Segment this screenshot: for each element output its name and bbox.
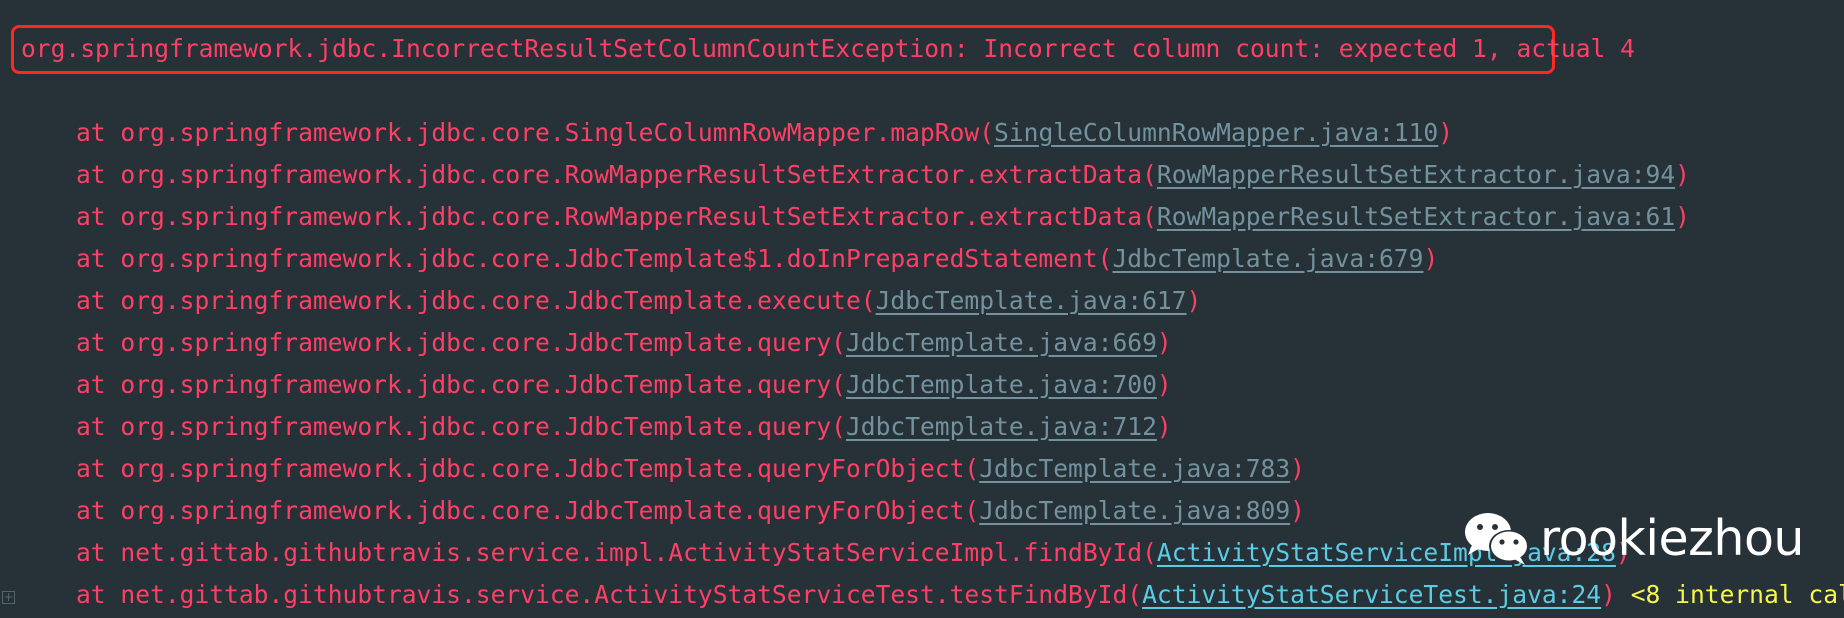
exception-message: org.springframework.jdbc.IncorrectResult… [21,34,1635,63]
stack-frame: at org.springframework.jdbc.core.JdbcTem… [76,328,1172,357]
watermark: rookiezhou [1462,505,1804,573]
source-link[interactable]: JdbcTemplate.java:809 [979,496,1290,525]
expand-icon[interactable]: + [2,591,15,604]
stack-frame: at org.springframework.jdbc.core.JdbcTem… [76,454,1305,483]
source-link[interactable]: RowMapperResultSetExtractor.java:94 [1157,160,1675,189]
frame-method: org.springframework.jdbc.core.JdbcTempla… [120,412,832,441]
stack-frame: at org.springframework.jdbc.core.RowMapp… [76,160,1690,189]
source-link[interactable]: JdbcTemplate.java:700 [846,370,1157,399]
source-link[interactable]: JdbcTemplate.java:712 [846,412,1157,441]
stack-frame: at net.gittab.githubtravis.service.Activ… [76,574,1844,616]
stack-frame: at org.springframework.jdbc.core.JdbcTem… [76,244,1439,273]
frame-method: org.springframework.jdbc.core.JdbcTempla… [120,370,832,399]
source-link[interactable]: RowMapperResultSetExtractor.java:61 [1157,202,1675,231]
internal-calls-toggle[interactable]: <8 internal calls> [1616,580,1844,609]
stack-frame: at org.springframework.jdbc.core.RowMapp… [76,202,1690,231]
frame-method: net.gittab.githubtravis.service.impl.Act… [120,538,1143,567]
source-link[interactable]: JdbcTemplate.java:669 [846,328,1157,357]
frame-method: org.springframework.jdbc.core.JdbcTempla… [120,286,861,315]
source-link[interactable]: SingleColumnRowMapper.java:110 [994,118,1438,147]
source-link[interactable]: JdbcTemplate.java:679 [1112,244,1423,273]
frame-method: org.springframework.jdbc.core.JdbcTempla… [120,454,965,483]
stack-frame: at org.springframework.jdbc.core.JdbcTem… [76,412,1172,441]
wechat-icon [1465,513,1529,565]
frame-method: org.springframework.jdbc.core.JdbcTempla… [120,328,832,357]
source-link[interactable]: ActivityStatServiceTest.java:24 [1142,580,1601,609]
frame-method: org.springframework.jdbc.core.JdbcTempla… [120,496,965,525]
frame-method: org.springframework.jdbc.core.RowMapperR… [120,160,1143,189]
frame-method: org.springframework.jdbc.core.RowMapperR… [120,202,1143,231]
source-link[interactable]: JdbcTemplate.java:783 [979,454,1290,483]
stack-frame: at org.springframework.jdbc.core.JdbcTem… [76,370,1172,399]
watermark-text: rookiezhou [1540,510,1804,567]
source-link[interactable]: JdbcTemplate.java:617 [876,286,1187,315]
console-output: org.springframework.jdbc.IncorrectResult… [0,0,1844,618]
stack-frame: at org.springframework.jdbc.core.SingleC… [76,118,1454,147]
frame-method: org.springframework.jdbc.core.SingleColu… [120,118,980,147]
stack-frame: at org.springframework.jdbc.core.JdbcTem… [76,286,1202,315]
frame-method: net.gittab.githubtravis.service.Activity… [120,580,1128,609]
frame-method: org.springframework.jdbc.core.JdbcTempla… [120,244,1098,273]
